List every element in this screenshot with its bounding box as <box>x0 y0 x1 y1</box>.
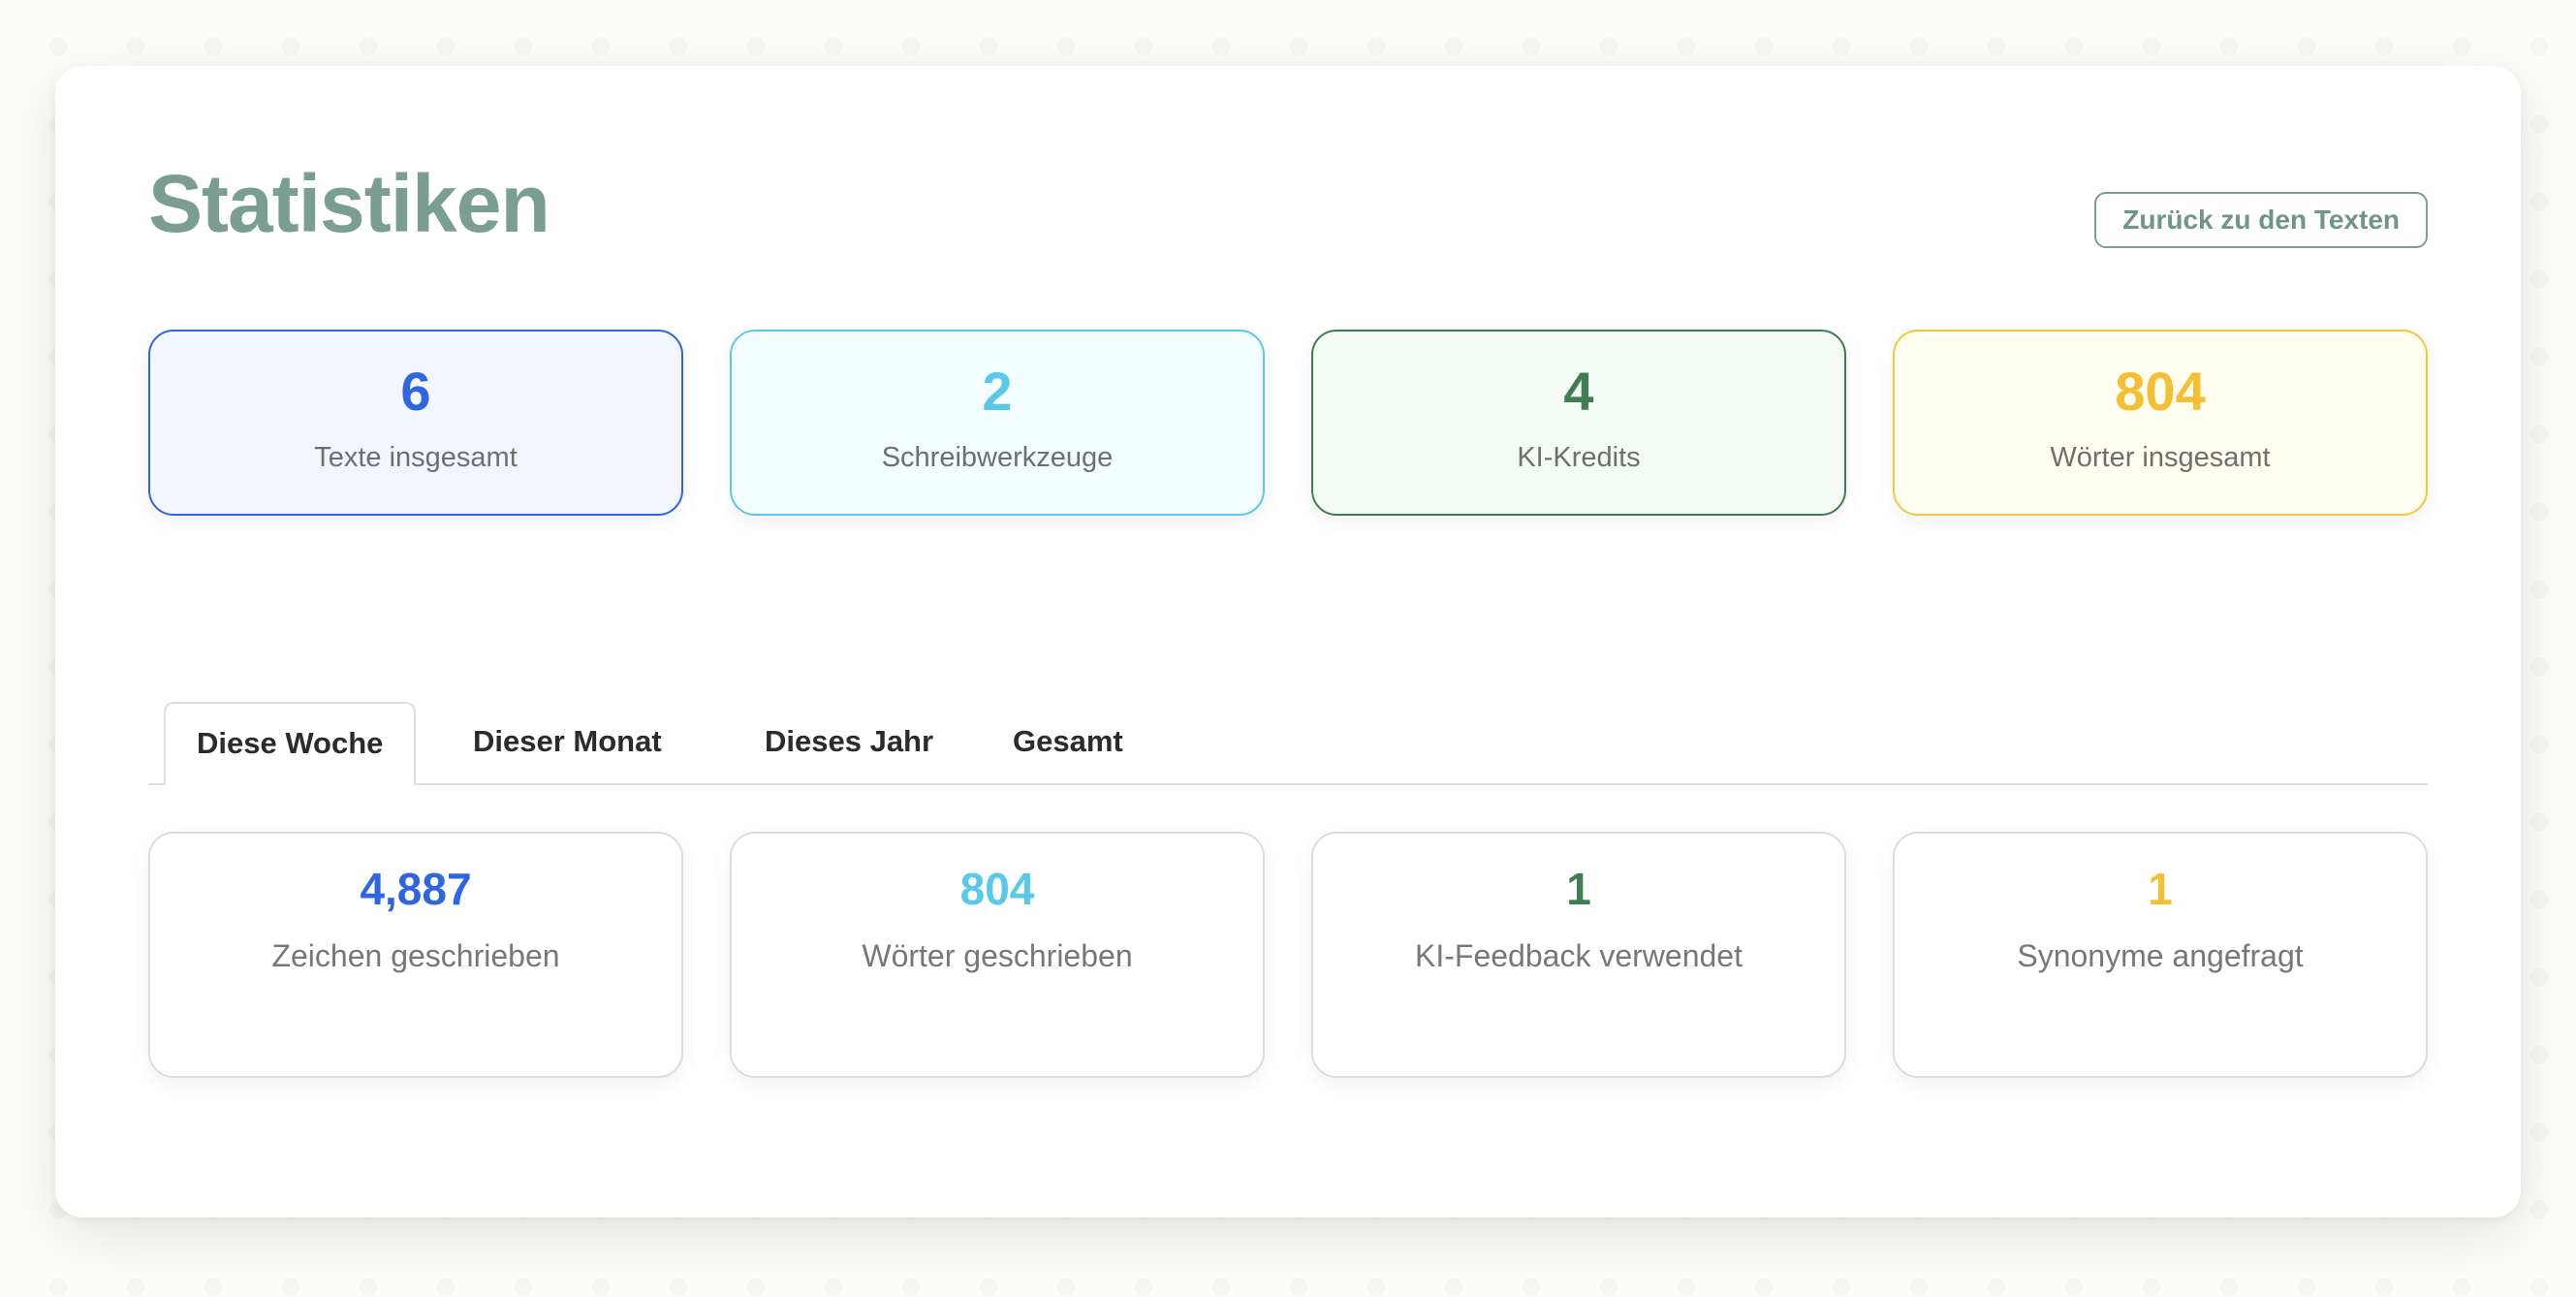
stat-value: 2 <box>982 361 1013 422</box>
stat-label: Texte insgesamt <box>314 442 518 473</box>
stat-label: Wörter insgesamt <box>2050 442 2271 473</box>
period-label: Synonyme angefragt <box>2017 938 2304 973</box>
stat-label: Schreibwerkzeuge <box>881 442 1114 473</box>
tab-this-month[interactable]: Dieser Monat <box>473 702 662 783</box>
stat-card-ai-credits: 4 KI-Kredits <box>1311 330 1846 516</box>
page-title: Statistiken <box>148 158 550 249</box>
stat-card-total-texts: 6 Texte insgesamt <box>148 330 683 516</box>
tab-total[interactable]: Gesamt <box>1013 702 1123 783</box>
summary-stats: 6 Texte insgesamt 2 Schreibwerkzeuge 4 K… <box>148 330 2428 516</box>
period-value: 804 <box>959 864 1035 914</box>
tab-this-week[interactable]: Diese Woche <box>164 702 417 785</box>
period-label: KI-Feedback verwendet <box>1415 938 1743 973</box>
stat-value: 6 <box>400 361 431 422</box>
period-value: 1 <box>1566 864 1591 914</box>
statistics-panel: Statistiken Zurück zu den Texten 6 Texte… <box>55 66 2521 1218</box>
period-stats: 4,887 Zeichen geschrieben 804 Wörter ges… <box>148 832 2428 1078</box>
period-card-characters: 4,887 Zeichen geschrieben <box>148 832 683 1078</box>
stat-value: 4 <box>1563 361 1594 422</box>
back-to-texts-button[interactable]: Zurück zu den Texten <box>2094 192 2428 248</box>
period-tabs: Diese Woche Dieser Monat Dieses Jahr Ges… <box>148 702 2428 785</box>
tab-this-year[interactable]: Dieses Jahr <box>765 702 933 783</box>
period-label: Wörter geschrieben <box>862 938 1133 973</box>
period-card-words: 804 Wörter geschrieben <box>730 832 1265 1078</box>
stat-card-total-words: 804 Wörter insgesamt <box>1893 330 2428 516</box>
stat-value: 804 <box>2115 361 2206 422</box>
stat-card-writing-tools: 2 Schreibwerkzeuge <box>730 330 1265 516</box>
period-card-synonyms: 1 Synonyme angefragt <box>1893 832 2428 1078</box>
period-value: 4,887 <box>360 864 472 914</box>
period-value: 1 <box>2148 864 2173 914</box>
period-label: Zeichen geschrieben <box>271 938 560 973</box>
period-card-ai-feedback: 1 KI-Feedback verwendet <box>1311 832 1846 1078</box>
stat-label: KI-Kredits <box>1517 442 1641 473</box>
